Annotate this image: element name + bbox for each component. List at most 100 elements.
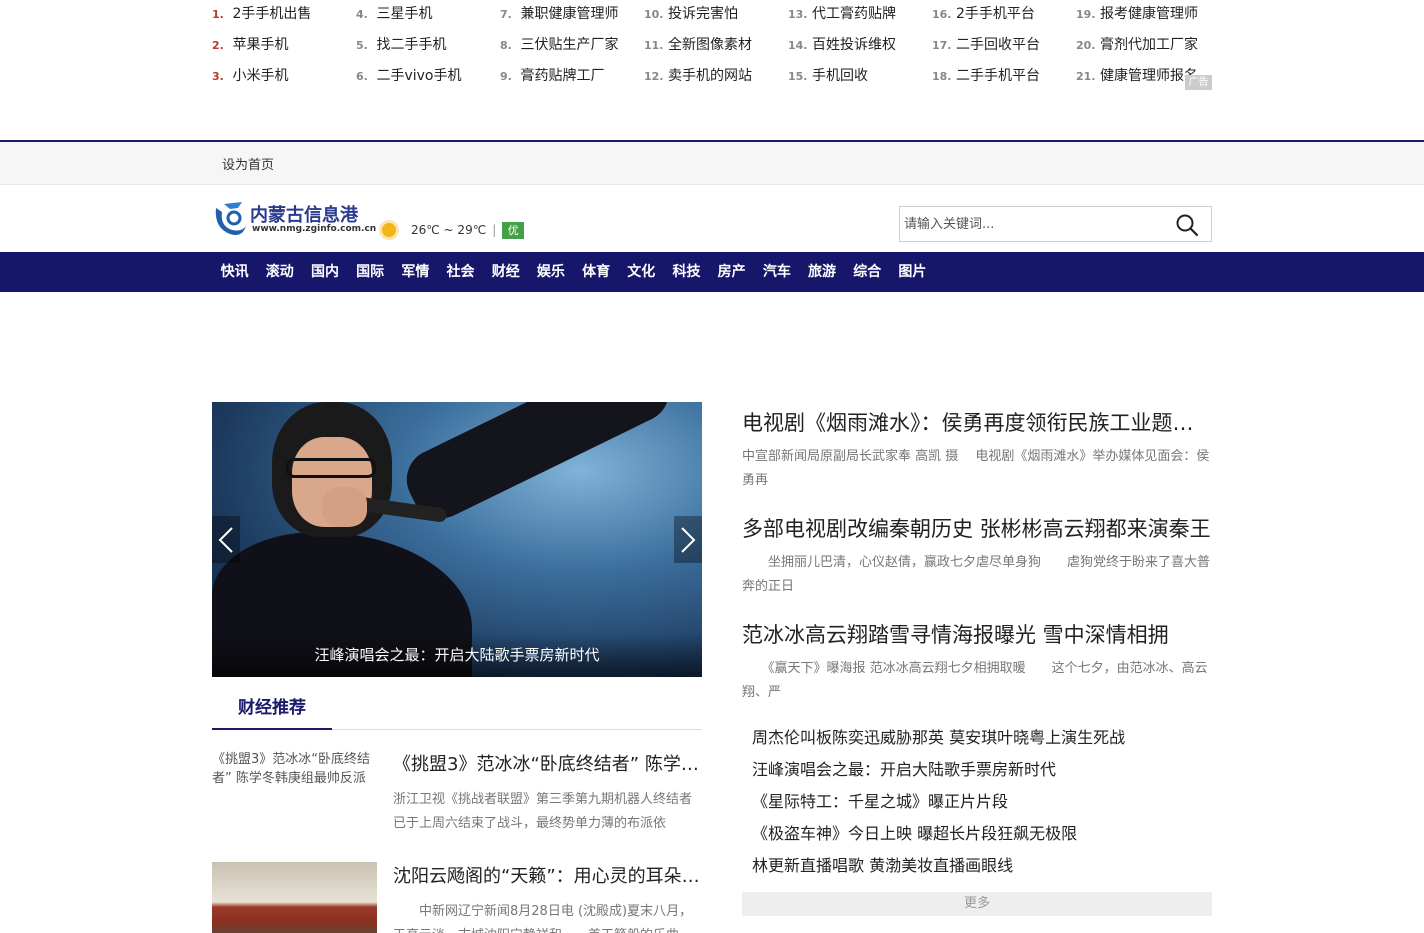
ad-keyword-rank: 1.: [212, 8, 224, 21]
news-thumbnail-broken[interactable]: 《挑盟3》范冰冰“卧底终结者” 陈学冬韩庚组最帅反派: [212, 750, 377, 850]
ad-keyword-link[interactable]: 12. 卖手机的网站: [644, 62, 788, 93]
nav-item[interactable]: 旅游: [799, 252, 844, 292]
sun-icon: [377, 218, 401, 242]
ad-keyword-rank: 9.: [500, 70, 512, 83]
ad-keyword-rank: 21.: [1076, 70, 1096, 83]
list-item[interactable]: 《极盗车神》今日上映 曝超长片段狂飙无极限: [752, 818, 1212, 850]
list-item[interactable]: 《星际特工：千星之城》曝正片片段: [752, 786, 1212, 818]
weather-separator: |: [492, 223, 497, 237]
ad-keyword-text: 投诉完害怕: [667, 6, 738, 22]
slider-next-button[interactable]: [674, 516, 702, 563]
ad-keyword-rank: 16.: [932, 8, 952, 21]
nav-item[interactable]: 财经: [483, 252, 528, 292]
ad-keyword-link[interactable]: 6. 二手vivo手机: [356, 62, 500, 93]
ad-keyword-link[interactable]: 19. 报考健康管理师: [1076, 0, 1220, 31]
ad-keyword-rank: 11.: [644, 39, 664, 52]
temperature-range: 26℃ ~ 29℃: [411, 223, 487, 237]
ad-keyword-rank: 4.: [356, 8, 368, 21]
nav-item[interactable]: 汽车: [754, 252, 799, 292]
ad-keyword-link[interactable]: 15. 手机回收: [788, 62, 932, 93]
ad-keyword-link[interactable]: 17. 二手回收平台: [932, 31, 1076, 62]
list-item[interactable]: 周杰伦叫板陈奕迅威胁那英 莫安琪叶晓粤上演生死战: [752, 722, 1212, 754]
ad-badge: 广告: [1185, 75, 1212, 90]
ad-keyword-link[interactable]: 7. 兼职健康管理师: [500, 0, 644, 31]
ad-keyword-rank: 6.: [356, 70, 368, 83]
nav-item[interactable]: 快讯: [212, 252, 257, 292]
headline-title[interactable]: 电视剧《烟雨滩水》：侯勇再度领衔民族工业题材大剧: [742, 408, 1212, 438]
nav-item[interactable]: 文化: [619, 252, 664, 292]
nav-item[interactable]: 滚动: [257, 252, 302, 292]
nav-item[interactable]: 综合: [845, 252, 890, 292]
tab-finance-recommend[interactable]: 财经推荐: [212, 690, 332, 730]
nav-item[interactable]: 国际: [348, 252, 393, 292]
ad-keyword-link[interactable]: 4. 三星手机: [356, 0, 500, 31]
more-button[interactable]: 更多: [742, 892, 1212, 916]
finance-tabs: 财经推荐: [212, 690, 702, 730]
nav-item[interactable]: 国内: [302, 252, 347, 292]
weather-widget: 26℃ ~ 29℃ | 优: [377, 217, 525, 243]
nav-item[interactable]: 军情: [393, 252, 438, 292]
finance-news-item[interactable]: 沈阳云飏阁的“天籁”：用心灵的耳朵聆听 中新网辽宁新闻8月28日电 (沈殿成)夏…: [212, 862, 703, 933]
ad-keyword-rank: 2.: [212, 39, 224, 52]
search-input[interactable]: [900, 207, 1162, 241]
nav-item[interactable]: 社会: [438, 252, 483, 292]
ad-keyword-rank: 17.: [932, 39, 952, 52]
ad-keyword-text: 2手手机出售: [232, 6, 312, 22]
ad-keyword-rank: 18.: [932, 70, 952, 83]
ad-keyword-column: 13. 代工膏药贴牌 14. 百姓投诉维权 15. 手机回收: [788, 0, 932, 93]
set-homepage-link[interactable]: 设为首页: [222, 154, 274, 173]
top-bar: 设为首页: [0, 142, 1424, 185]
ad-keyword-rank: 5.: [356, 39, 368, 52]
ad-keyword-text: 膏药贴牌工厂: [520, 68, 605, 84]
nav-item[interactable]: 娱乐: [528, 252, 573, 292]
search-box: [899, 206, 1212, 242]
slide-image-hand: [322, 487, 367, 527]
ad-keyword-text: 健康管理师报名: [1099, 68, 1198, 84]
site-logo[interactable]: 内蒙古信息港 www.nmg.zginfo.com.cn: [212, 198, 376, 238]
ad-keyword-text: 小米手机: [232, 68, 289, 84]
ad-keyword-link[interactable]: 3. 小米手机: [212, 62, 356, 93]
search-icon[interactable]: [1175, 213, 1199, 237]
list-item[interactable]: 林更新直播唱歌 黄渤美妆直播画眼线: [752, 850, 1212, 882]
air-quality-badge: 优: [502, 221, 525, 239]
chevron-left-icon: [218, 526, 233, 553]
ad-keyword-rank: 10.: [644, 8, 664, 21]
list-item[interactable]: 汪峰演唱会之最：开启大陆歌手票房新时代: [752, 754, 1212, 786]
ad-keyword-link[interactable]: 14. 百姓投诉维权: [788, 31, 932, 62]
featured-slider[interactable]: 汪峰演唱会之最：开启大陆歌手票房新时代: [212, 402, 702, 677]
ad-keyword-link[interactable]: 1. 2手手机出售: [212, 0, 356, 31]
headline-item: 电视剧《烟雨滩水》：侯勇再度领衔民族工业题材大剧 中宣部新闻局原副局长武家奉 高…: [742, 408, 1212, 493]
ad-keyword-link[interactable]: 10. 投诉完害怕: [644, 0, 788, 31]
ad-keyword-link[interactable]: 5. 找二手手机: [356, 31, 500, 62]
ad-keyword-link[interactable]: 16. 2手手机平台: [932, 0, 1076, 31]
finance-news-item[interactable]: 《挑盟3》范冰冰“卧底终结者” 陈学冬韩庚组最帅反派 《挑盟3》范冰冰“卧底终结…: [212, 750, 703, 850]
ad-keyword-grid: 1. 2手手机出售 2. 苹果手机 3. 小米手机 4. 三星手机 5. 找二手手机 6.…: [212, 0, 1212, 96]
nav-item[interactable]: 图片: [890, 252, 935, 292]
ad-keyword-link[interactable]: 13. 代工膏药贴牌: [788, 0, 932, 31]
ad-keyword-link[interactable]: 18. 二手手机平台: [932, 62, 1076, 93]
news-thumbnail[interactable]: [212, 862, 377, 933]
ad-keyword-link[interactable]: 20. 膏剂代加工厂家: [1076, 31, 1220, 62]
ad-keyword-rank: 14.: [788, 39, 808, 52]
news-title[interactable]: 沈阳云飏阁的“天籁”：用心灵的耳朵聆听: [393, 864, 703, 890]
headline-item: 范冰冰高云翔踏雪寻情海报曝光 雪中深情相拥 《赢天下》曝海报 范冰冰高云翔七夕相…: [742, 620, 1212, 705]
nav-item[interactable]: 体育: [574, 252, 619, 292]
slide-image-glasses: [286, 458, 376, 478]
nav-item[interactable]: 科技: [664, 252, 709, 292]
ad-keyword-link[interactable]: 9. 膏药贴牌工厂: [500, 62, 644, 93]
ad-keyword-link[interactable]: 2. 苹果手机: [212, 31, 356, 62]
ad-keyword-rank: 12.: [644, 70, 664, 83]
headline-title[interactable]: 多部电视剧改编秦朝历史 张彬彬高云翔都来演秦王: [742, 514, 1212, 544]
slider-prev-button[interactable]: [212, 516, 240, 563]
ad-keyword-link[interactable]: 11. 全新图像素材: [644, 31, 788, 62]
ad-keyword-column: 1. 2手手机出售 2. 苹果手机 3. 小米手机: [212, 0, 356, 93]
news-summary: 中新网辽宁新闻8月28日电 (沈殿成)夏末八月，天高云淡，古城沈阳宁静祥和，一首…: [393, 904, 693, 933]
ad-keyword-text: 全新图像素材: [667, 37, 752, 53]
slide-caption[interactable]: 汪峰演唱会之最：开启大陆歌手票房新时代: [212, 633, 702, 677]
ad-keyword-link[interactable]: 8. 三伏贴生产厂家: [500, 31, 644, 62]
news-title[interactable]: 《挑盟3》范冰冰“卧底终结者” 陈学冬韩庚组最帅反派: [393, 752, 703, 778]
headline-title[interactable]: 范冰冰高云翔踏雪寻情海报曝光 雪中深情相拥: [742, 620, 1212, 650]
ad-keyword-rank: 7.: [500, 8, 512, 21]
ad-keyword-text: 兼职健康管理师: [520, 6, 619, 22]
nav-item[interactable]: 房产: [709, 252, 754, 292]
